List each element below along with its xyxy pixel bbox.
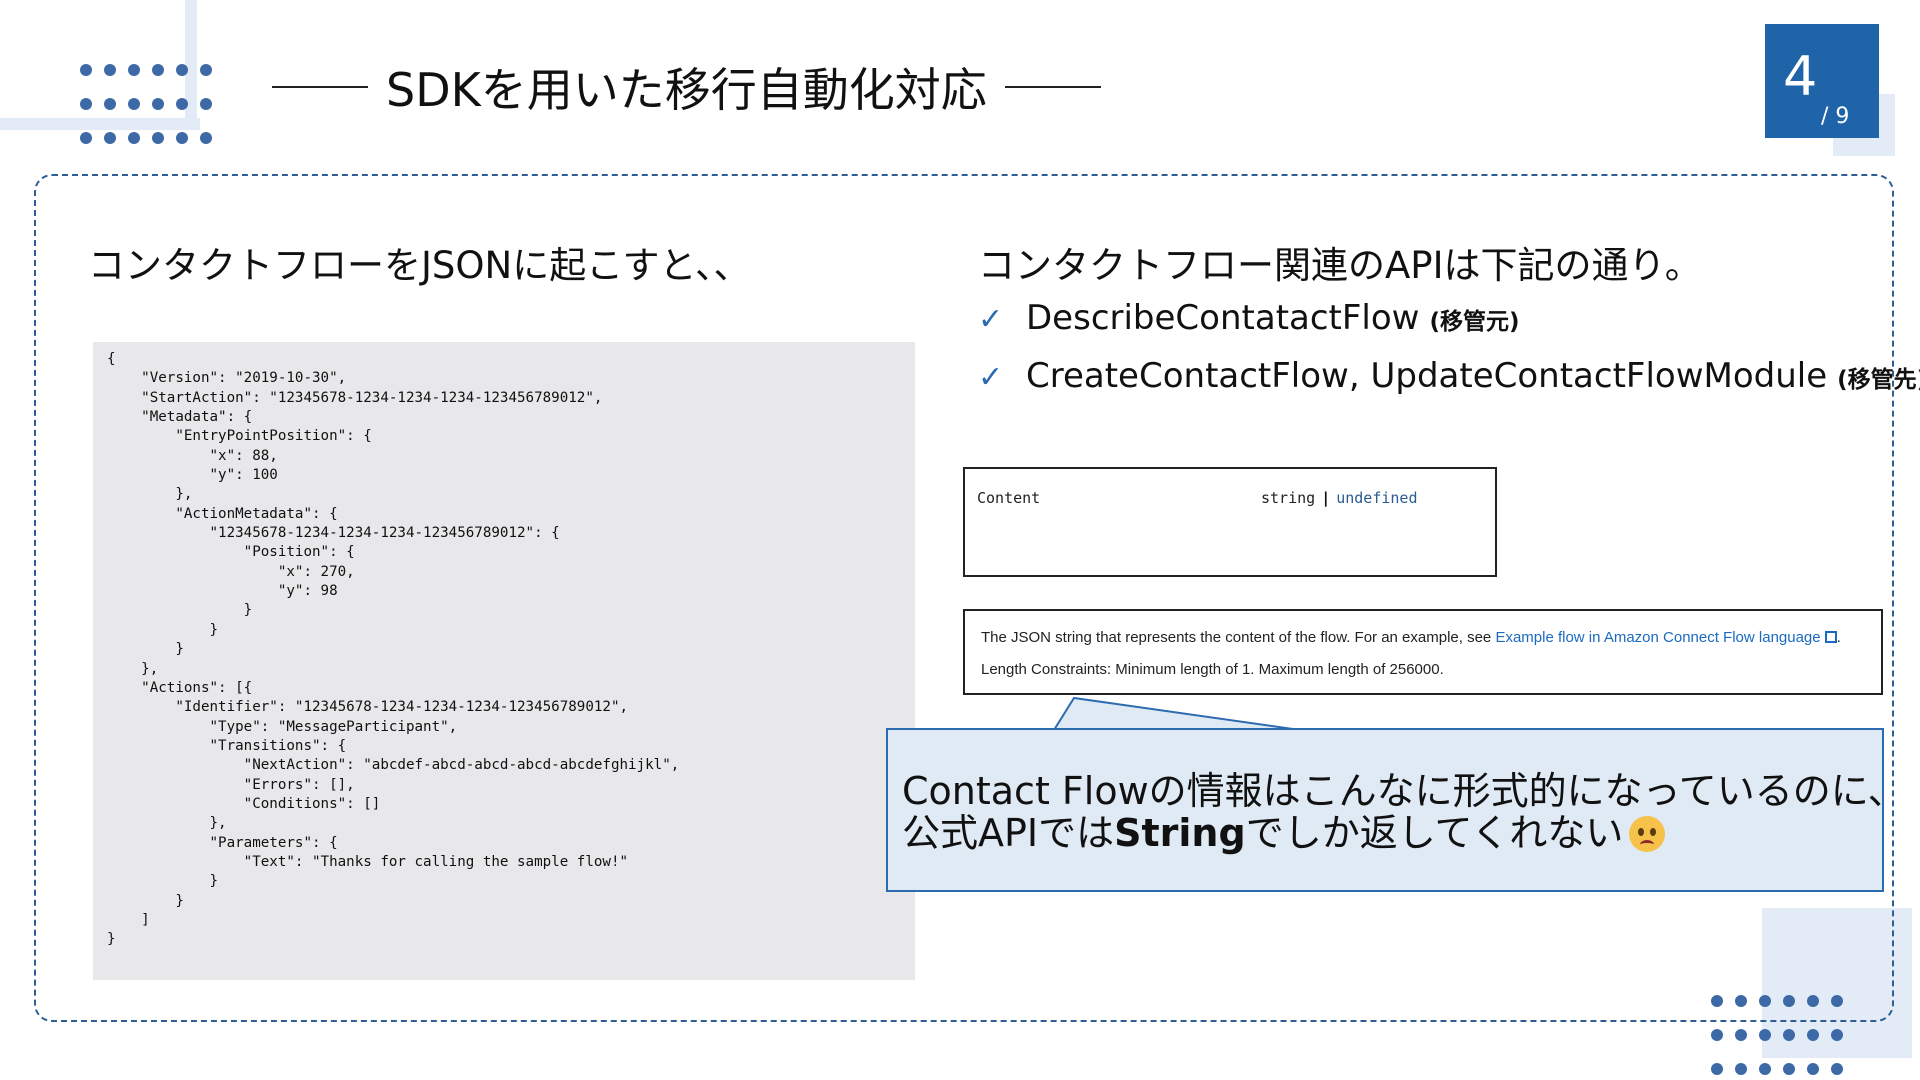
title-rule-left [272, 86, 368, 88]
callout-box: Contact Flowの情報はこんなに形式的になっているのに、 公式APIでは… [886, 728, 1906, 892]
example-flow-link[interactable]: Example flow in Amazon Connect Flow lang… [1495, 629, 1820, 646]
content-field-label: Content [977, 489, 1041, 507]
pleading-face-emoji-icon [1629, 816, 1666, 852]
api-list-item: ✓ CreateContactFlow, UpdateContactFlowMo… [978, 356, 1920, 414]
decorative-dot-grid-top-left [80, 64, 212, 144]
right-heading: コンタクトフロー関連のAPIは下記の通り。 [978, 244, 1702, 287]
slide-title: SDKを用いた移行自動化対応 [386, 63, 987, 117]
callout-text: Contact Flowの情報はこんなに形式的になっているのに、 公式APIでは… [902, 769, 1906, 855]
title-rule-right [1004, 86, 1101, 88]
json-code-block: { "Version": "2019-10-30", "StartAction"… [93, 342, 915, 980]
api-note: (移管先) [1837, 367, 1920, 393]
left-heading: コンタクトフローをJSONに起こすと、、 [88, 244, 751, 287]
content-field-type: string | undefined [1261, 489, 1418, 507]
api-description-box: The JSON string that represents the cont… [963, 609, 1883, 695]
description-line-1: The JSON string that represents the cont… [981, 629, 1841, 646]
api-list-item: ✓ DescribeContatactFlow (移管元) [978, 298, 1920, 356]
description-line-2: Length Constraints: Minimum length of 1.… [981, 661, 1444, 678]
page-number-badge: 4 / 9 [1765, 24, 1879, 138]
page-current: 4 [1783, 45, 1818, 108]
check-icon: ✓ [978, 360, 1004, 395]
slide-title-row: SDKを用いた移行自動化対応 [272, 52, 1101, 122]
api-name: CreateContactFlow, UpdateContactFlowModu… [1026, 356, 1828, 396]
json-code-text: { "Version": "2019-10-30", "StartAction"… [107, 351, 680, 948]
external-link-icon[interactable] [1824, 631, 1837, 643]
api-content-field-box: Content string | undefined [963, 467, 1497, 577]
api-name: DescribeContatactFlow [1026, 298, 1420, 338]
page-total: / 9 [1821, 104, 1850, 129]
check-icon: ✓ [978, 302, 1004, 337]
api-list: ✓ DescribeContatactFlow (移管元) ✓ CreateCo… [978, 298, 1920, 414]
api-note: (移管元) [1429, 309, 1520, 335]
